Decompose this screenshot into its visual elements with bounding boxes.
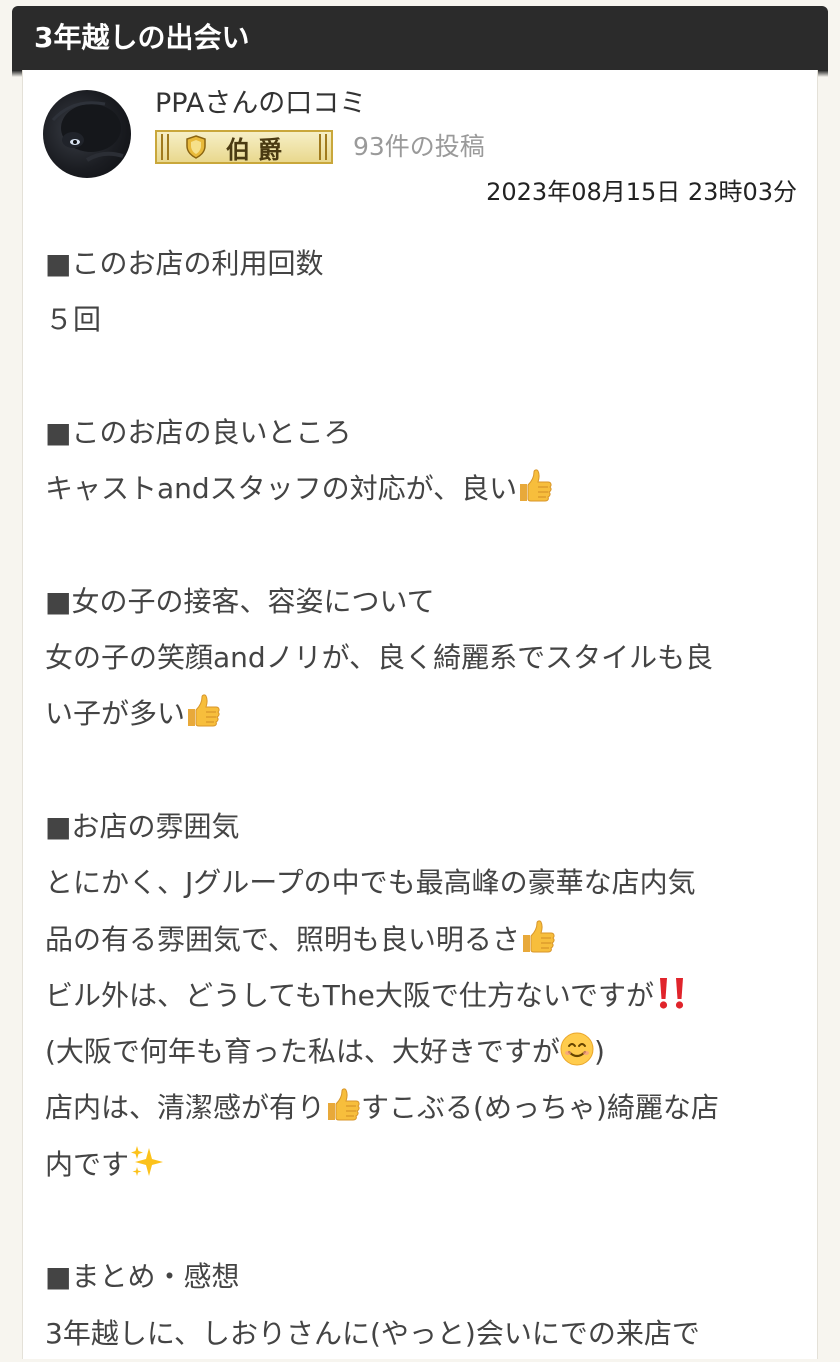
summary-line-1: 3年越しに、しおりさんに(やっと)会いにでの来店で: [45, 1316, 700, 1350]
good-text-line: キャストandスタッフの対応が、良い: [45, 461, 805, 517]
visit-count: ５回: [45, 303, 102, 337]
atmosphere-line-6: 内です: [45, 1137, 805, 1193]
avatar-image: [51, 101, 124, 162]
avatar[interactable]: [43, 90, 131, 178]
author-name[interactable]: PPAさんの口コミ: [155, 86, 366, 122]
rank-badge: 伯爵: [155, 130, 333, 164]
thumbs-up-icon: [517, 468, 553, 504]
atmosphere-text-2: 品の有る雰囲気で、照明も良い明るさ: [45, 922, 520, 956]
atmosphere-line-1: とにかく、Jグループの中でも最高峰の豪華な店内気: [45, 866, 696, 900]
review-date: 2023年08月15日 23時03分: [486, 178, 797, 206]
atmosphere-text-5a: 店内は、清潔感が有り: [45, 1091, 326, 1125]
atmosphere-text-4a: (大阪で何年も育った私は、大好きですが: [45, 1035, 560, 1069]
atmosphere-heading: ■お店の雰囲気: [45, 809, 240, 843]
double-exclamation-icon: [654, 976, 690, 1010]
review-body: ■このお店の利用回数 ５回 ■このお店の良いところ キャストandスタッフの対応…: [45, 236, 805, 1362]
sparkles-icon: [129, 1144, 165, 1180]
atmosphere-text-3: ビル外は、どうしてもThe大阪で仕方ないですが: [45, 978, 654, 1012]
girls-heading: ■女の子の接客、容姿について: [45, 584, 435, 618]
rank-badge-bar-left: [161, 134, 169, 160]
post-count[interactable]: 93件の投稿: [353, 128, 485, 166]
thumbs-up-icon: [520, 919, 556, 955]
atmosphere-line-3: ビル外は、どうしてもThe大阪で仕方ないですが: [45, 968, 805, 1024]
rank-badge-bar-right: [319, 134, 327, 160]
atmosphere-line-5: 店内は、清潔感が有り すこぶる(めっちゃ)綺麗な店: [45, 1080, 805, 1136]
girls-text-line-2: い子が多い: [45, 686, 805, 742]
good-text: キャストandスタッフの対応が、良い: [45, 472, 518, 506]
atmosphere-text-5b: すこぶる(めっちゃ)綺麗な店: [361, 1091, 719, 1125]
atmosphere-line-4: (大阪で何年も育った私は、大好きですが): [45, 1024, 805, 1080]
shield-icon: [186, 135, 206, 159]
rank-label: 伯爵: [226, 135, 290, 164]
good-heading: ■このお店の良いところ: [45, 415, 352, 449]
atmosphere-text-4b: ): [593, 1035, 605, 1069]
summary-heading: ■まとめ・感想: [45, 1260, 240, 1294]
girls-text-2: い子が多い: [45, 697, 186, 731]
review-title-bar: 3年越しの出会い: [12, 6, 828, 77]
visit-heading: ■このお店の利用回数: [45, 247, 324, 280]
atmosphere-text-6: 内です: [45, 1147, 130, 1181]
girls-text-line-1: 女の子の笑顔andノリが、良く綺麗系でスタイルも良: [45, 641, 714, 675]
thumbs-up-icon: [185, 693, 221, 729]
atmosphere-line-2: 品の有る雰囲気で、照明も良い明るさ: [45, 912, 805, 968]
review-card: PPAさんの口コミ 伯爵 93件の投稿 2023年08月15日 23時03分 ■…: [22, 70, 818, 1359]
review-title: 3年越しの出会い: [34, 21, 250, 54]
smiling-face-icon: [560, 1032, 594, 1066]
thumbs-up-icon: [325, 1087, 361, 1123]
